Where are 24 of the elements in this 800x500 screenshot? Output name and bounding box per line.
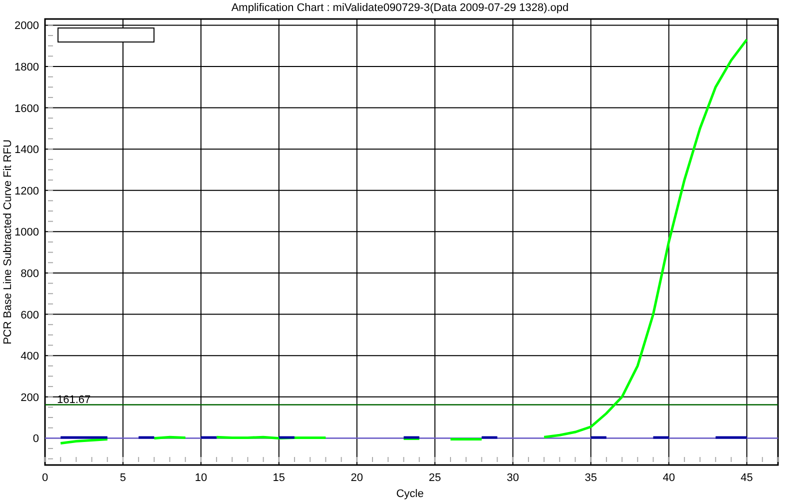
y-tick-label: 600 (20, 309, 39, 322)
y-tick-label: 0 (32, 433, 39, 446)
y-tick-label: 1000 (14, 226, 39, 239)
y-tick-label: 1400 (14, 144, 39, 156)
y-tick-label: 2000 (14, 20, 39, 32)
y-tick-label: 1800 (14, 62, 39, 74)
x-tick-label: 0 (42, 472, 48, 484)
x-tick-label: 45 (740, 472, 753, 484)
chart-title: Amplification Chart : miValidate090729-3(Data 2009-07-29 1328).opd (231, 2, 569, 14)
x-tick-label: 25 (428, 472, 442, 484)
x-axis-label: Cycle (396, 488, 424, 500)
x-tick-label: 20 (350, 472, 364, 484)
y-axis-label: PCR Base Line Subtracted Curve Fit RFU (2, 140, 14, 344)
y-tick-label: 1600 (14, 102, 39, 115)
y-tick-label: 1200 (14, 185, 39, 198)
x-tick-label: 30 (506, 472, 519, 484)
y-tick-label: 200 (20, 392, 39, 404)
x-tick-label: 15 (272, 472, 286, 484)
x-tick-label: 5 (120, 472, 126, 484)
x-tick-label: 40 (662, 472, 675, 484)
x-tick-label: 10 (194, 472, 208, 484)
y-tick-label: 400 (20, 350, 39, 363)
y-tick-label: 800 (20, 268, 39, 280)
x-tick-label: 35 (584, 472, 597, 484)
